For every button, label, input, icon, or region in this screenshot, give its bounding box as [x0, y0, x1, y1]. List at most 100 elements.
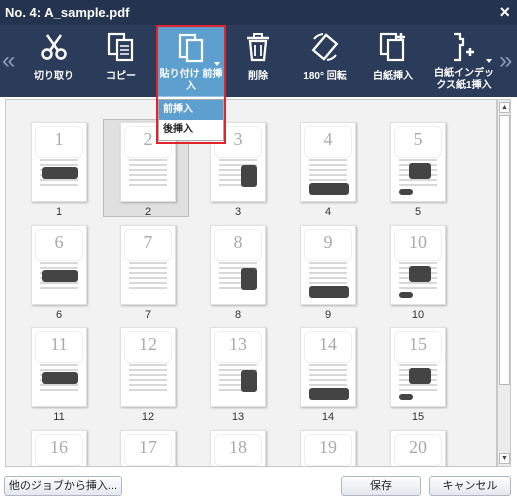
close-icon[interactable]: ×	[499, 2, 510, 23]
text-line	[309, 262, 347, 264]
page-thumbnail-number: 17	[139, 437, 157, 457]
rotate-label: 180° 回転	[303, 71, 347, 82]
scroll-up-icon[interactable]: ▲	[499, 102, 510, 113]
text-line	[219, 262, 257, 264]
text-line	[399, 364, 437, 366]
text-line	[40, 184, 78, 186]
vertical-scrollbar[interactable]: ▲ ▼	[497, 99, 511, 467]
page-thumbnail[interactable]: 15	[390, 327, 446, 407]
cancel-button[interactable]: キャンセル	[429, 476, 511, 496]
page-thumbnail[interactable]: 6	[31, 225, 87, 305]
text-line	[129, 179, 167, 181]
text-line	[129, 287, 167, 289]
rotate-icon	[311, 33, 339, 61]
page-thumbnail[interactable]: 18	[210, 430, 266, 466]
scroll-down-icon[interactable]: ▼	[499, 453, 510, 464]
cut-button[interactable]: 切り取り	[22, 25, 86, 97]
text-line	[219, 159, 257, 161]
blank-insert-button[interactable]: 白紙挿入	[362, 25, 424, 97]
paste-dropdown-menu: 前挿入 後挿入	[158, 99, 224, 141]
insert-from-job-button[interactable]: 他のジョブから挿入...	[4, 476, 122, 496]
page-thumbnail[interactable]: 20	[390, 430, 446, 466]
text-line	[40, 389, 78, 391]
illustration	[42, 167, 78, 179]
index-tab-insert-button[interactable]: 白紙インデッ クス紙1挿入	[428, 25, 500, 97]
chevron-down-icon[interactable]	[214, 62, 220, 66]
text-line	[129, 389, 167, 391]
page-thumbnail-number: 14	[319, 334, 337, 354]
page-thumbnail[interactable]: 8	[210, 225, 266, 305]
title-bar: No. 4: A_sample.pdf ×	[0, 0, 517, 25]
chevron-down-icon[interactable]	[486, 59, 492, 63]
menu-item-insert-before[interactable]: 前挿入	[159, 100, 223, 120]
page-thumbnail[interactable]: 9	[300, 225, 356, 305]
text-line	[219, 364, 257, 366]
text-line	[309, 169, 347, 171]
text-line	[309, 364, 347, 366]
page-thumbnail[interactable]: 10	[390, 225, 446, 305]
page-thumbnail[interactable]: 11	[31, 327, 87, 407]
page-thumbnail[interactable]: 13	[210, 327, 266, 407]
illustration	[409, 266, 431, 282]
page-thumbnail[interactable]: 7	[120, 225, 176, 305]
illustration	[409, 163, 431, 179]
text-line	[129, 272, 167, 274]
text-line	[40, 267, 78, 269]
scroll-right-icon[interactable]: »	[499, 47, 512, 75]
text-line	[129, 159, 167, 161]
page-thumbnail-number: 7	[143, 232, 153, 252]
page-number-label: 3	[234, 206, 242, 218]
index-tab-icon	[454, 32, 474, 62]
text-line	[129, 262, 167, 264]
text-line	[309, 374, 347, 376]
rotate-button[interactable]: 180° 回転	[292, 25, 358, 97]
page-thumbnail-number: 1	[54, 129, 64, 149]
text-line	[399, 287, 437, 289]
save-button[interactable]: 保存	[341, 476, 421, 496]
page-number-label: 14	[321, 411, 335, 423]
text-line	[399, 184, 437, 186]
text-line	[399, 159, 437, 161]
illustration	[399, 189, 413, 195]
illustration	[42, 270, 78, 282]
text-line	[309, 179, 347, 181]
page-thumbnail-number: 11	[50, 334, 68, 354]
page-thumbnail[interactable]: 19	[300, 430, 356, 466]
scrollbar-thumb[interactable]	[499, 115, 510, 385]
footer: 他のジョブから挿入... 保存 キャンセル	[0, 469, 517, 501]
illustration	[309, 183, 349, 195]
page-thumbnail[interactable]: 17	[120, 430, 176, 466]
illustration	[241, 370, 257, 392]
illustration	[409, 368, 431, 384]
page-thumbnail-number: 6	[54, 232, 64, 252]
illustration	[399, 292, 413, 298]
menu-item-insert-after[interactable]: 後挿入	[159, 120, 223, 140]
page-thumbnail-number: 18	[229, 437, 247, 457]
illustration	[241, 165, 257, 187]
page-thumbnail[interactable]: 12	[120, 327, 176, 407]
text-line	[40, 164, 78, 166]
delete-button[interactable]: 削除	[228, 25, 288, 97]
text-line	[40, 287, 78, 289]
page-thumbnail[interactable]: 14	[300, 327, 356, 407]
illustration	[241, 268, 257, 290]
page-thumbnail[interactable]: 1	[31, 122, 87, 202]
text-line	[40, 262, 78, 264]
page-number-label: 8	[234, 309, 242, 321]
text-line	[129, 379, 167, 381]
page-thumbnail-number: 9	[323, 232, 333, 252]
paste-button[interactable]: 貼り付け 前挿入	[157, 25, 225, 97]
page-thumbnail[interactable]: 16	[31, 430, 87, 466]
delete-label: 削除	[248, 71, 268, 82]
page-thumbnail[interactable]: 5	[390, 122, 446, 202]
text-line	[309, 282, 347, 284]
illustration	[309, 388, 349, 400]
page-thumbnail[interactable]: 4	[300, 122, 356, 202]
text-line	[399, 282, 437, 284]
text-line	[129, 164, 167, 166]
copy-button[interactable]: コピー	[90, 25, 152, 97]
scroll-left-icon[interactable]: «	[2, 47, 15, 75]
text-line	[399, 389, 437, 391]
text-line	[129, 267, 167, 269]
paste-label: 貼り付け 前挿入	[159, 69, 223, 92]
